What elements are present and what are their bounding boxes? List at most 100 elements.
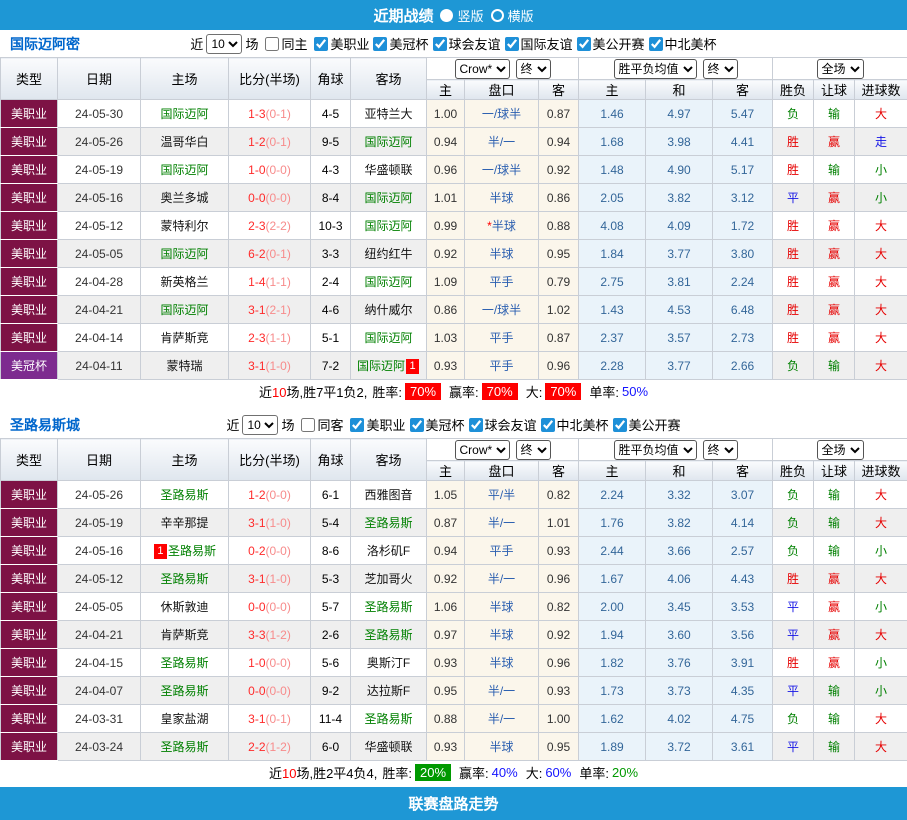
fulltime-score: 0-2 [248, 544, 265, 558]
league-checkbox[interactable]: 中北美杯 [537, 415, 609, 434]
handicap-star: * [487, 219, 492, 233]
avg-away-cell: 2.73 [713, 324, 773, 352]
match-date: 24-05-05 [58, 593, 141, 621]
avg-select[interactable]: 胜平负均值 [614, 59, 697, 79]
league-checkbox[interactable]: 美公开赛 [573, 34, 645, 53]
team-name-text: 奥斯汀F [367, 656, 410, 670]
avg-final-select[interactable]: 终 [703, 59, 738, 79]
away-team-cell: 华盛顿联 [351, 733, 427, 761]
layout-landscape-option[interactable]: 横版 [491, 6, 534, 25]
halftime-score: (1-0) [266, 572, 291, 586]
home-odds-cell: 1.09 [427, 268, 465, 296]
radio-checked-icon[interactable] [440, 9, 453, 22]
result-winloss-cell: 负 [773, 537, 814, 565]
odds-company-select[interactable]: Crow* [455, 59, 510, 79]
same-venue-checkbox[interactable]: 同主 [261, 34, 307, 53]
away-odds-cell: 0.79 [539, 268, 579, 296]
away-team-cell: 圣路易斯 [351, 509, 427, 537]
home-team-cell: 新英格兰 [141, 268, 229, 296]
odds-final-select[interactable]: 终 [516, 440, 551, 460]
avg-away-cell: 5.47 [713, 100, 773, 128]
league-checkbox[interactable]: 美职业 [310, 34, 369, 53]
league-checkbox[interactable]: 美公开赛 [609, 415, 681, 434]
team-name-text: 国际迈阿 [364, 219, 412, 233]
avg-home-cell: 1.46 [579, 100, 646, 128]
recent-count-select[interactable]: 10 [206, 34, 242, 54]
scope-select[interactable]: 全场 [817, 59, 864, 79]
league-checkbox[interactable]: 国际友谊 [501, 34, 573, 53]
match-row: 美职业24-05-30国际迈阿1-3(0-1)4-5亚特兰大1.00一/球半0.… [1, 100, 907, 128]
col-corner: 角球 [311, 439, 351, 481]
result-goals-cell: 小 [855, 156, 907, 184]
recent-count-select[interactable]: 10 [242, 415, 278, 435]
result-goals-cell: 大 [855, 212, 907, 240]
home-team-cell: 蒙特瑞 [141, 352, 229, 380]
avg-away-cell: 3.56 [713, 621, 773, 649]
league-checkbox-input[interactable] [350, 418, 364, 432]
league-checkbox-input[interactable] [613, 418, 627, 432]
league-checkbox-input[interactable] [649, 37, 663, 51]
away-team-cell: 国际迈阿 [351, 212, 427, 240]
away-team-cell: 纽约红牛 [351, 240, 427, 268]
odds-final-select[interactable]: 终 [516, 59, 551, 79]
league-checkbox[interactable]: 美冠杯 [369, 34, 428, 53]
result-goals-cell: 走 [855, 128, 907, 156]
result-goals-cell: 大 [855, 240, 907, 268]
avg-home-cell: 1.82 [579, 649, 646, 677]
scope-select-cell: 全场 [773, 439, 907, 461]
result-handicap-cell: 赢 [814, 621, 855, 649]
avg-away-cell: 6.48 [713, 296, 773, 324]
same-venue-checkbox-input[interactable] [301, 418, 315, 432]
away-odds-cell: 0.88 [539, 212, 579, 240]
corner-cell: 8-6 [311, 537, 351, 565]
result-handicap-cell: 赢 [814, 649, 855, 677]
league-checkbox[interactable]: 美冠杯 [406, 415, 465, 434]
away-odds-cell: 0.92 [539, 156, 579, 184]
league-checkbox-input[interactable] [410, 418, 424, 432]
fulltime-score: 3-1 [248, 303, 265, 317]
league-checkbox-input[interactable] [433, 37, 447, 51]
page-title: 近期战绩 [373, 5, 433, 26]
radio-unchecked-icon[interactable] [491, 9, 504, 22]
home-team-cell: 皇家盐湖 [141, 705, 229, 733]
match-type-cell: 美冠杯 [1, 352, 58, 380]
league-checkbox[interactable]: 中北美杯 [645, 34, 717, 53]
scope-select[interactable]: 全场 [817, 440, 864, 460]
result-handicap-cell: 赢 [814, 296, 855, 324]
avg-draw-cell: 3.82 [646, 184, 713, 212]
avg-draw-cell: 4.53 [646, 296, 713, 324]
league-checkbox-input[interactable] [469, 418, 483, 432]
avg-home-cell: 2.05 [579, 184, 646, 212]
avg-home-cell: 1.84 [579, 240, 646, 268]
score-cell: 1-3(0-1) [229, 100, 311, 128]
team-name-text: 奥兰多城 [160, 191, 208, 205]
avg-select[interactable]: 胜平负均值 [614, 440, 697, 460]
fulltime-score: 3-3 [248, 628, 265, 642]
col-winloss: 胜负 [773, 80, 814, 100]
odds-company-select[interactable]: Crow* [455, 440, 510, 460]
layout-portrait-option[interactable]: 竖版 [440, 6, 483, 25]
match-type-cell: 美职业 [1, 621, 58, 649]
home-odds-cell: 0.94 [427, 537, 465, 565]
same-venue-checkbox-input[interactable] [265, 37, 279, 51]
same-venue-checkbox[interactable]: 同客 [297, 415, 343, 434]
team-name-text: 华盛顿联 [364, 163, 412, 177]
league-checkbox[interactable]: 美职业 [346, 415, 405, 434]
team-name-text: 洛杉矶F [367, 544, 410, 558]
league-checkbox-input[interactable] [577, 37, 591, 51]
match-type-cell: 美职业 [1, 128, 58, 156]
avg-away-cell: 3.80 [713, 240, 773, 268]
result-goals-cell: 小 [855, 184, 907, 212]
league-checkbox-input[interactable] [373, 37, 387, 51]
league-checkbox[interactable]: 球会友谊 [465, 415, 537, 434]
league-checkbox-input[interactable] [541, 418, 555, 432]
league-checkbox-input[interactable] [505, 37, 519, 51]
avg-final-select[interactable]: 终 [703, 440, 738, 460]
away-odds-cell: 1.01 [539, 509, 579, 537]
team-name-text: 皇家盐湖 [160, 712, 208, 726]
halftime-score: (1-1) [266, 275, 291, 289]
fulltime-score: 1-0 [248, 163, 265, 177]
league-checkbox[interactable]: 球会友谊 [429, 34, 501, 53]
league-checkbox-input[interactable] [314, 37, 328, 51]
col-away: 客场 [351, 58, 427, 100]
